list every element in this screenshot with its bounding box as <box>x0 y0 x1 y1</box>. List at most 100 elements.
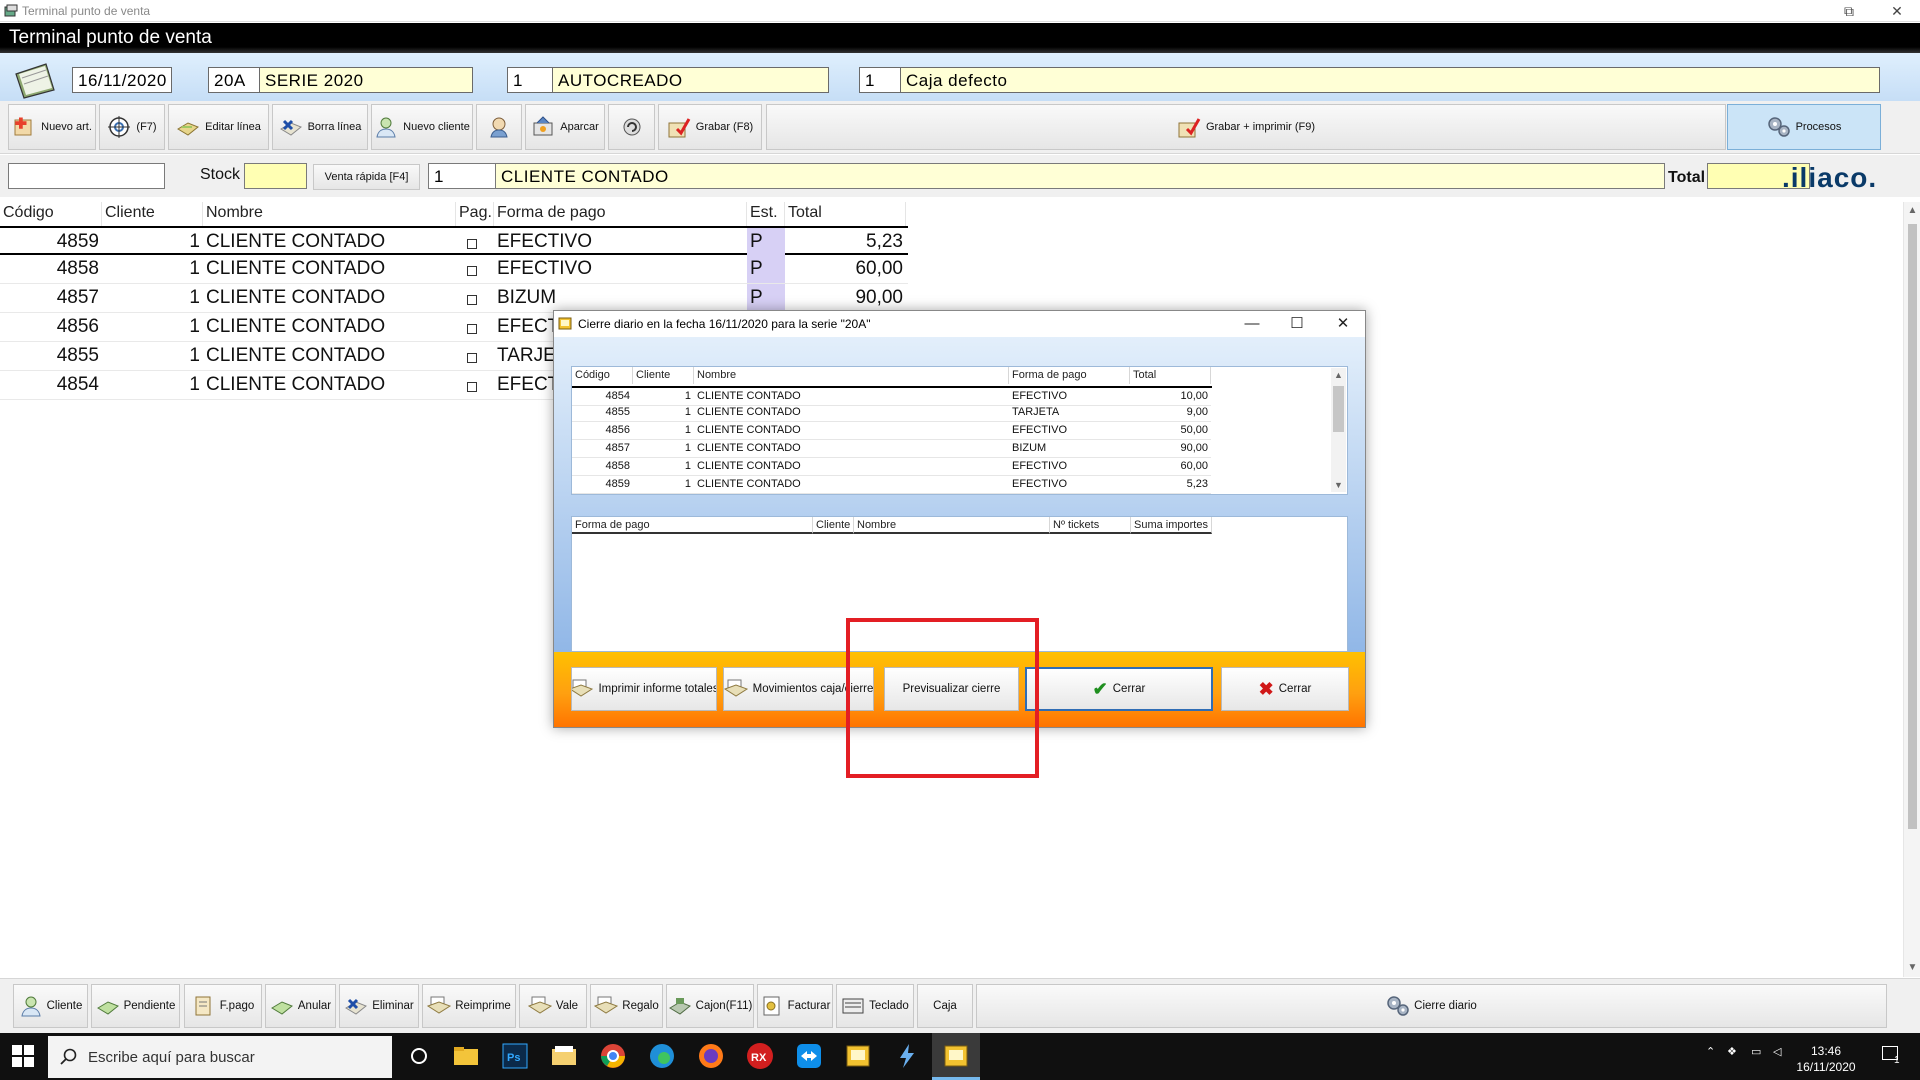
scroll-up-icon[interactable]: ▲ <box>1904 202 1920 219</box>
detail-row[interactable]: 4858 1 CLIENTE CONTADO EFECTIVO 60,00 <box>572 458 1212 476</box>
editar-linea-button[interactable]: Editar línea <box>168 104 269 150</box>
col-pag[interactable]: Pag. <box>456 202 494 226</box>
detail-row[interactable]: 4854 1 CLIENTE CONTADO EFECTIVO 10,00 <box>572 386 1212 406</box>
grabar-imprimir-button[interactable]: Grabar + imprimir (F9) <box>766 104 1726 150</box>
pagado-checkbox[interactable] <box>456 313 494 341</box>
pagado-checkbox[interactable] <box>456 284 494 312</box>
reimprime-button[interactable]: Reimprime <box>422 984 516 1028</box>
chrome-icon[interactable] <box>598 1041 628 1071</box>
close-icon[interactable]: ✕ <box>1874 0 1920 22</box>
date-field[interactable]: 16/11/2020 <box>72 67 172 93</box>
dropbox-icon[interactable]: ❖ <box>1727 1045 1737 1058</box>
file-explorer-icon[interactable] <box>451 1041 481 1071</box>
network-icon[interactable]: ▭ <box>1751 1045 1761 1058</box>
procesos-button[interactable]: Procesos <box>1727 104 1881 150</box>
main-scrollbar[interactable]: ▲ ▼ <box>1903 202 1920 977</box>
col-forma-pago[interactable]: Forma de pago <box>494 202 747 226</box>
teamviewer-icon[interactable] <box>794 1041 824 1071</box>
cliente-button[interactable]: Cliente <box>13 984 88 1028</box>
taskbar-clock[interactable]: 13:46 16/11/2020 <box>1790 1043 1862 1075</box>
pos-app-taskbar-icon[interactable] <box>843 1041 873 1071</box>
nuevo-articulo-button[interactable]: Nuevo art. <box>8 104 96 150</box>
minimize-icon[interactable]: — <box>1230 311 1274 337</box>
article-input[interactable] <box>8 163 165 189</box>
detail-col-cliente[interactable]: Cliente <box>633 367 694 384</box>
caja-button[interactable]: Caja <box>917 984 973 1028</box>
col-est[interactable]: Est. <box>747 202 785 226</box>
col-total[interactable]: Total <box>785 202 906 226</box>
pagado-checkbox[interactable] <box>456 255 494 283</box>
cajon-button[interactable]: Cajon(F11) <box>666 984 754 1028</box>
restore-icon[interactable]: ⧉ <box>1826 0 1872 22</box>
grabar-button[interactable]: Grabar (F8) <box>658 104 762 150</box>
vale-button[interactable]: Vale <box>519 984 587 1028</box>
col-codigo[interactable]: Código <box>0 202 102 226</box>
client-code-field[interactable]: 1 <box>428 163 496 189</box>
tray-chevron-icon[interactable]: ⌃ <box>1706 1045 1715 1058</box>
previsualizar-cierre-button[interactable]: Previsualizar cierre <box>884 667 1019 711</box>
regalo-button[interactable]: Regalo <box>590 984 663 1028</box>
detail-scroll-up-icon[interactable]: ▲ <box>1331 368 1346 382</box>
folder-icon[interactable] <box>549 1041 579 1071</box>
detail-row[interactable]: 4859 1 CLIENTE CONTADO EFECTIVO 5,23 <box>572 476 1212 494</box>
edge-icon[interactable] <box>647 1041 677 1071</box>
summary-col-suma-importes[interactable]: Suma importes <box>1131 517 1212 534</box>
task-view-icon[interactable] <box>404 1041 434 1071</box>
table-row[interactable]: 4858 1 CLIENTE CONTADO EFECTIVO P 60,00 <box>0 255 908 284</box>
photoshop-icon[interactable]: Ps <box>500 1041 530 1071</box>
col-nombre[interactable]: Nombre <box>203 202 456 226</box>
f7-button[interactable]: (F7) <box>99 104 165 150</box>
facturar-button[interactable]: Facturar <box>757 984 833 1028</box>
movimientos-caja-button[interactable]: Movimientos caja/cierre <box>723 667 874 711</box>
windows-start-icon[interactable] <box>10 1043 36 1069</box>
dialog-close-icon[interactable]: ✕ <box>1321 311 1365 337</box>
pendiente-button[interactable]: Pendiente <box>91 984 180 1028</box>
caja-code-field[interactable]: 1 <box>859 67 905 93</box>
summary-col-forma-pago[interactable]: Forma de pago <box>572 517 813 534</box>
pagado-checkbox[interactable] <box>456 228 494 256</box>
col-cliente[interactable]: Cliente <box>102 202 203 226</box>
aparcar-button[interactable]: Aparcar <box>525 104 605 150</box>
user-code-field[interactable]: 1 <box>507 67 553 93</box>
taskbar-search-input[interactable]: Escribe aquí para buscar <box>48 1036 392 1078</box>
summary-col-n-tickets[interactable]: Nº tickets <box>1050 517 1131 534</box>
detail-col-forma-pago[interactable]: Forma de pago <box>1009 367 1130 384</box>
notifications-icon[interactable]: 1 <box>1880 1044 1906 1068</box>
rx-app-icon[interactable]: RX <box>745 1041 775 1071</box>
table-row[interactable]: 4859 1 CLIENTE CONTADO EFECTIVO P 5,23 <box>0 226 908 256</box>
fpago-button[interactable]: F.pago <box>184 984 262 1028</box>
table-row[interactable]: 4857 1 CLIENTE CONTADO BIZUM P 90,00 <box>0 284 908 313</box>
pos-app-active-icon[interactable] <box>941 1041 971 1071</box>
detail-col-total[interactable]: Total <box>1130 367 1211 384</box>
pagado-checkbox[interactable] <box>456 342 494 370</box>
teclado-button[interactable]: Teclado <box>836 984 914 1028</box>
maximize-icon[interactable]: ☐ <box>1275 311 1319 337</box>
detail-scroll-thumb[interactable] <box>1333 386 1344 432</box>
cerrar-ok-button[interactable]: ✔ Cerrar <box>1025 667 1213 711</box>
notebook-icon[interactable] <box>12 60 56 100</box>
eliminar-button[interactable]: Eliminar <box>339 984 419 1028</box>
detail-col-codigo[interactable]: Código <box>572 367 633 384</box>
firefox-icon[interactable] <box>696 1041 726 1071</box>
lightning-app-icon[interactable] <box>892 1041 922 1071</box>
venta-rapida-button[interactable]: Venta rápida [F4] <box>313 164 420 190</box>
scroll-down-icon[interactable]: ▼ <box>1904 959 1920 976</box>
summary-col-nombre[interactable]: Nombre <box>854 517 1050 534</box>
imprimir-informe-button[interactable]: Imprimir informe totales <box>571 667 717 711</box>
pagado-checkbox[interactable] <box>456 371 494 399</box>
recover-button[interactable] <box>608 104 655 150</box>
anular-button[interactable]: Anular <box>265 984 336 1028</box>
cerrar-cancel-button[interactable]: ✖ Cerrar <box>1221 667 1349 711</box>
summary-col-cliente[interactable]: Cliente <box>813 517 854 534</box>
scroll-thumb[interactable] <box>1908 224 1917 829</box>
detail-col-nombre[interactable]: Nombre <box>694 367 1009 384</box>
detail-row[interactable]: 4857 1 CLIENTE CONTADO BIZUM 90,00 <box>572 440 1212 458</box>
cierre-diario-button[interactable]: Cierre diario <box>976 984 1887 1028</box>
detail-row[interactable]: 4856 1 CLIENTE CONTADO EFECTIVO 50,00 <box>572 422 1212 440</box>
detail-scrollbar[interactable]: ▲ ▼ <box>1331 368 1346 492</box>
volume-icon[interactable]: ◁ <box>1773 1045 1781 1058</box>
borra-linea-button[interactable]: Borra línea <box>272 104 368 150</box>
nuevo-cliente-button[interactable]: Nuevo cliente <box>371 104 473 150</box>
detail-scroll-down-icon[interactable]: ▼ <box>1331 478 1346 492</box>
serie-code-field[interactable]: 20A <box>208 67 260 93</box>
